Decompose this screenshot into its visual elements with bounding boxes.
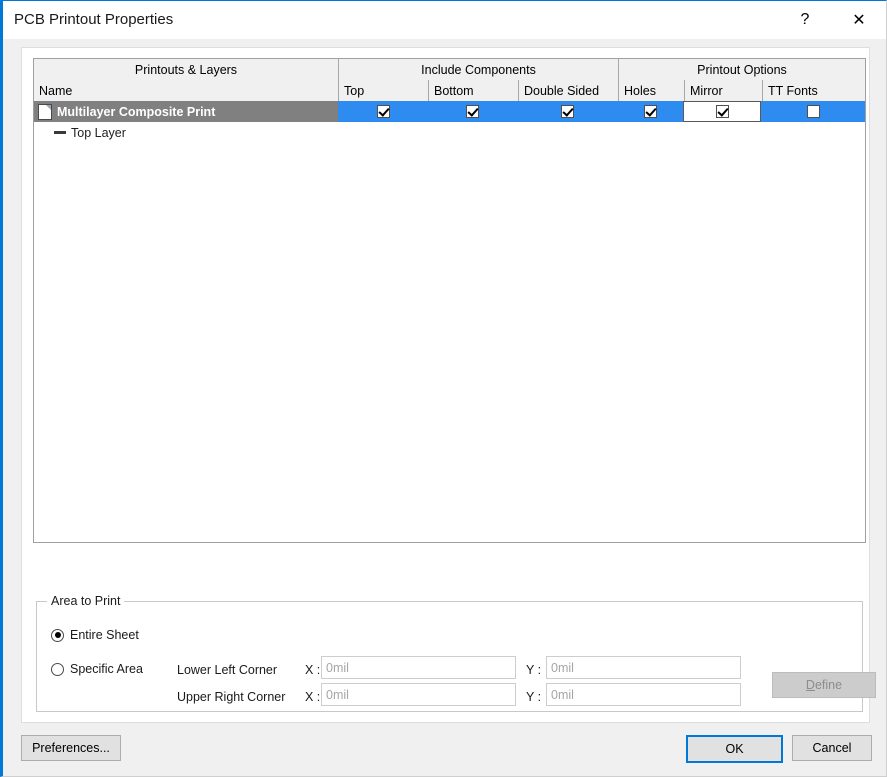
checkbox-top[interactable]: [376, 105, 390, 118]
cell-top[interactable]: [338, 101, 429, 122]
group-header-printout-options[interactable]: Printout Options: [619, 59, 865, 80]
column-header-name[interactable]: Name: [34, 80, 339, 101]
checkbox-bottom[interactable]: [466, 105, 480, 118]
column-header-bottom[interactable]: Bottom: [429, 80, 519, 101]
upper-right-y-input[interactable]: 0mil: [546, 683, 741, 706]
ok-button[interactable]: OK: [686, 735, 783, 763]
column-header-mirror[interactable]: Mirror: [685, 80, 763, 101]
lower-left-x-label: X :: [305, 663, 321, 677]
checkbox-tt-fonts[interactable]: [806, 105, 820, 118]
upper-right-x-input[interactable]: 0mil: [321, 683, 516, 706]
radio-specific-area-indicator[interactable]: [51, 662, 64, 676]
upper-right-corner-label: Upper Right Corner: [177, 690, 286, 704]
printouts-layers-table[interactable]: Printouts & Layers Include Components Pr…: [33, 58, 866, 543]
child-row-label: Top Layer: [71, 125, 126, 140]
content-panel: Printouts & Layers Include Components Pr…: [21, 47, 876, 723]
group-header-printouts-layers[interactable]: Printouts & Layers: [34, 59, 339, 80]
group-header-include-components[interactable]: Include Components: [339, 59, 619, 80]
row-name-cell[interactable]: Multilayer Composite Print: [34, 101, 339, 122]
column-header-double-sided[interactable]: Double Sided: [519, 80, 619, 101]
define-button-label-rest: efine: [814, 678, 843, 692]
column-header-holes[interactable]: Holes: [619, 80, 685, 101]
table-row[interactable]: Multilayer Composite Print: [34, 101, 865, 122]
cell-tt-fonts[interactable]: [761, 101, 865, 122]
radio-entire-sheet[interactable]: Entire Sheet: [51, 628, 139, 642]
radio-entire-sheet-label: Entire Sheet: [70, 628, 139, 642]
cell-double-sided[interactable]: [517, 101, 618, 122]
checkbox-double-sided[interactable]: [561, 105, 575, 118]
cell-holes[interactable]: [617, 101, 684, 122]
define-accelerator: D: [805, 678, 815, 692]
cancel-button[interactable]: Cancel: [792, 735, 872, 761]
upper-right-x-label: X :: [305, 690, 321, 704]
lower-left-corner-label: Lower Left Corner: [177, 663, 278, 677]
radio-specific-area-label: Specific Area: [70, 662, 143, 676]
checkbox-mirror[interactable]: [715, 105, 729, 118]
define-button[interactable]: Define: [772, 672, 876, 698]
column-header-tt-fonts[interactable]: TT Fonts: [763, 80, 865, 101]
area-to-print-legend: Area to Print: [47, 594, 125, 608]
page-icon: [38, 103, 52, 120]
dialog-body: Printouts & Layers Include Components Pr…: [3, 39, 886, 776]
radio-specific-area[interactable]: Specific Area: [51, 662, 143, 676]
lower-left-y-input[interactable]: 0mil: [546, 656, 741, 679]
lower-left-y-label: Y :: [526, 663, 542, 677]
column-header-top[interactable]: Top: [339, 80, 429, 101]
preferences-button[interactable]: Preferences...: [21, 735, 121, 761]
lower-left-x-input[interactable]: 0mil: [321, 656, 516, 679]
area-to-print-group: Area to Print Entire Sheet Specific Area…: [36, 594, 876, 712]
title-bar: PCB Printout Properties ? ✕: [3, 1, 886, 39]
table-child-row[interactable]: Top Layer: [34, 122, 865, 143]
pcb-printout-properties-dialog: PCB Printout Properties ? ✕ Printouts & …: [0, 0, 887, 777]
checkbox-holes[interactable]: [644, 105, 658, 118]
row-name-label: Multilayer Composite Print: [57, 104, 216, 119]
dash-icon: [54, 131, 66, 134]
radio-entire-sheet-indicator[interactable]: [51, 628, 64, 642]
cell-bottom[interactable]: [428, 101, 518, 122]
help-icon[interactable]: ?: [782, 1, 828, 39]
window-title: PCB Printout Properties: [14, 11, 174, 28]
cell-mirror[interactable]: [683, 101, 762, 122]
table-column-header-row: Name Top Bottom Double Sided Holes Mirro…: [34, 80, 865, 101]
table-group-header-row: Printouts & Layers Include Components Pr…: [34, 59, 865, 80]
upper-right-y-label: Y :: [526, 690, 542, 704]
close-icon[interactable]: ✕: [836, 1, 882, 39]
